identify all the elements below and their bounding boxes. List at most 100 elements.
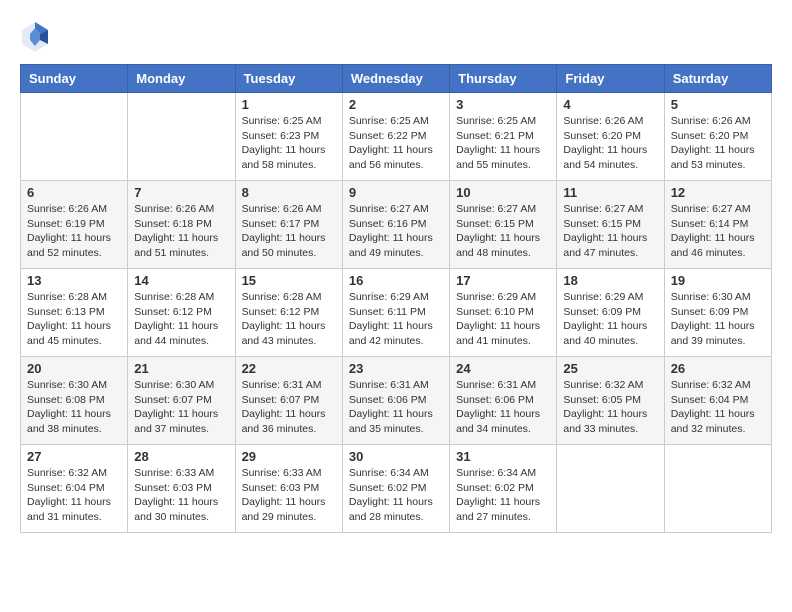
calendar-cell: 17Sunrise: 6:29 AMSunset: 6:10 PMDayligh…	[450, 269, 557, 357]
calendar-cell: 4Sunrise: 6:26 AMSunset: 6:20 PMDaylight…	[557, 93, 664, 181]
calendar-week-row: 13 Sunrise: 6:28 AMSunset: 6:13 PMDayligh…	[21, 269, 772, 357]
day-info: Sunrise: 6:31 AMSunset: 6:06 PMDaylight:…	[456, 378, 550, 437]
calendar-cell: 10 Sunrise: 6:27 AMSunset: 6:15 PMDayligh…	[450, 181, 557, 269]
day-info: Sunrise: 6:27 AMSunset: 6:14 PMDaylight:…	[671, 202, 765, 261]
day-number: 25	[563, 361, 657, 376]
day-number: 12	[671, 185, 765, 200]
calendar-table: SundayMondayTuesdayWednesdayThursdayFrid…	[20, 64, 772, 533]
day-info: Sunrise: 6:30 AMSunset: 6:08 PMDaylight:…	[27, 378, 121, 437]
day-number: 9	[349, 185, 443, 200]
day-number: 5	[671, 97, 765, 112]
calendar-cell: 5 Sunrise: 6:26 AMSunset: 6:20 PMDaylight…	[664, 93, 771, 181]
day-info: Sunrise: 6:28 AMSunset: 6:12 PMDaylight:…	[242, 290, 336, 349]
day-info: Sunrise: 6:29 AMSunset: 6:11 PMDaylight:…	[349, 290, 443, 349]
calendar-cell: 14Sunrise: 6:28 AMSunset: 6:12 PMDayligh…	[128, 269, 235, 357]
column-header-friday: Friday	[557, 65, 664, 93]
calendar-cell: 12 Sunrise: 6:27 AMSunset: 6:14 PMDayligh…	[664, 181, 771, 269]
column-header-sunday: Sunday	[21, 65, 128, 93]
calendar-cell: 3 Sunrise: 6:25 AMSunset: 6:21 PMDaylight…	[450, 93, 557, 181]
calendar-cell: 23 Sunrise: 6:31 AMSunset: 6:06 PMDayligh…	[342, 357, 449, 445]
day-number: 7	[134, 185, 228, 200]
day-number: 15	[242, 273, 336, 288]
calendar-cell: 19 Sunrise: 6:30 AMSunset: 6:09 PMDayligh…	[664, 269, 771, 357]
calendar-week-row: 20 Sunrise: 6:30 AMSunset: 6:08 PMDayligh…	[21, 357, 772, 445]
day-number: 19	[671, 273, 765, 288]
day-number: 22	[242, 361, 336, 376]
calendar-cell: 16 Sunrise: 6:29 AMSunset: 6:11 PMDayligh…	[342, 269, 449, 357]
calendar-cell: 27 Sunrise: 6:32 AMSunset: 6:04 PMDayligh…	[21, 445, 128, 533]
day-info: Sunrise: 6:34 AMSunset: 6:02 PMDaylight:…	[349, 466, 443, 525]
calendar-cell: 21Sunrise: 6:30 AMSunset: 6:07 PMDayligh…	[128, 357, 235, 445]
calendar-cell: 7 Sunrise: 6:26 AMSunset: 6:18 PMDaylight…	[128, 181, 235, 269]
calendar-week-row: 6 Sunrise: 6:26 AMSunset: 6:19 PMDaylight…	[21, 181, 772, 269]
day-number: 23	[349, 361, 443, 376]
calendar-cell: 9 Sunrise: 6:27 AMSunset: 6:16 PMDaylight…	[342, 181, 449, 269]
day-number: 14	[134, 273, 228, 288]
day-info: Sunrise: 6:31 AMSunset: 6:06 PMDaylight:…	[349, 378, 443, 437]
day-info: Sunrise: 6:31 AMSunset: 6:07 PMDaylight:…	[242, 378, 336, 437]
day-info: Sunrise: 6:25 AMSunset: 6:23 PMDaylight:…	[242, 114, 336, 173]
calendar-cell: 22 Sunrise: 6:31 AMSunset: 6:07 PMDayligh…	[235, 357, 342, 445]
calendar-cell: 28Sunrise: 6:33 AMSunset: 6:03 PMDayligh…	[128, 445, 235, 533]
calendar-week-row: 1 Sunrise: 6:25 AMSunset: 6:23 PMDaylight…	[21, 93, 772, 181]
day-info: Sunrise: 6:30 AMSunset: 6:09 PMDaylight:…	[671, 290, 765, 349]
day-info: Sunrise: 6:26 AMSunset: 6:20 PMDaylight:…	[671, 114, 765, 173]
day-number: 26	[671, 361, 765, 376]
day-number: 20	[27, 361, 121, 376]
day-info: Sunrise: 6:26 AMSunset: 6:20 PMDaylight:…	[563, 114, 657, 173]
logo-icon	[20, 20, 50, 54]
logo	[20, 20, 54, 54]
calendar-cell	[21, 93, 128, 181]
calendar-cell: 8Sunrise: 6:26 AMSunset: 6:17 PMDaylight…	[235, 181, 342, 269]
day-number: 28	[134, 449, 228, 464]
day-number: 2	[349, 97, 443, 112]
day-number: 10	[456, 185, 550, 200]
day-info: Sunrise: 6:25 AMSunset: 6:21 PMDaylight:…	[456, 114, 550, 173]
day-info: Sunrise: 6:32 AMSunset: 6:05 PMDaylight:…	[563, 378, 657, 437]
calendar-cell: 6 Sunrise: 6:26 AMSunset: 6:19 PMDaylight…	[21, 181, 128, 269]
day-info: Sunrise: 6:32 AMSunset: 6:04 PMDaylight:…	[671, 378, 765, 437]
day-info: Sunrise: 6:32 AMSunset: 6:04 PMDaylight:…	[27, 466, 121, 525]
column-header-thursday: Thursday	[450, 65, 557, 93]
calendar-cell: 20 Sunrise: 6:30 AMSunset: 6:08 PMDayligh…	[21, 357, 128, 445]
column-header-saturday: Saturday	[664, 65, 771, 93]
day-info: Sunrise: 6:33 AMSunset: 6:03 PMDaylight:…	[242, 466, 336, 525]
calendar-cell: 30 Sunrise: 6:34 AMSunset: 6:02 PMDayligh…	[342, 445, 449, 533]
calendar-cell: 15 Sunrise: 6:28 AMSunset: 6:12 PMDayligh…	[235, 269, 342, 357]
calendar-cell: 24Sunrise: 6:31 AMSunset: 6:06 PMDayligh…	[450, 357, 557, 445]
day-number: 1	[242, 97, 336, 112]
calendar-cell: 1 Sunrise: 6:25 AMSunset: 6:23 PMDaylight…	[235, 93, 342, 181]
column-header-wednesday: Wednesday	[342, 65, 449, 93]
day-info: Sunrise: 6:29 AMSunset: 6:09 PMDaylight:…	[563, 290, 657, 349]
day-info: Sunrise: 6:29 AMSunset: 6:10 PMDaylight:…	[456, 290, 550, 349]
day-number: 13	[27, 273, 121, 288]
day-number: 21	[134, 361, 228, 376]
day-info: Sunrise: 6:28 AMSunset: 6:13 PMDaylight:…	[27, 290, 121, 349]
column-header-tuesday: Tuesday	[235, 65, 342, 93]
day-info: Sunrise: 6:25 AMSunset: 6:22 PMDaylight:…	[349, 114, 443, 173]
day-number: 18	[563, 273, 657, 288]
page-header	[20, 20, 772, 54]
day-info: Sunrise: 6:26 AMSunset: 6:19 PMDaylight:…	[27, 202, 121, 261]
day-number: 29	[242, 449, 336, 464]
day-info: Sunrise: 6:27 AMSunset: 6:15 PMDaylight:…	[563, 202, 657, 261]
calendar-cell: 13 Sunrise: 6:28 AMSunset: 6:13 PMDayligh…	[21, 269, 128, 357]
calendar-week-row: 27 Sunrise: 6:32 AMSunset: 6:04 PMDayligh…	[21, 445, 772, 533]
day-info: Sunrise: 6:27 AMSunset: 6:15 PMDaylight:…	[456, 202, 550, 261]
day-number: 11	[563, 185, 657, 200]
day-info: Sunrise: 6:26 AMSunset: 6:18 PMDaylight:…	[134, 202, 228, 261]
calendar-cell: 11 Sunrise: 6:27 AMSunset: 6:15 PMDayligh…	[557, 181, 664, 269]
day-number: 30	[349, 449, 443, 464]
calendar-cell: 26 Sunrise: 6:32 AMSunset: 6:04 PMDayligh…	[664, 357, 771, 445]
calendar-cell	[664, 445, 771, 533]
calendar-cell	[557, 445, 664, 533]
column-header-monday: Monday	[128, 65, 235, 93]
calendar-cell: 29 Sunrise: 6:33 AMSunset: 6:03 PMDayligh…	[235, 445, 342, 533]
day-info: Sunrise: 6:27 AMSunset: 6:16 PMDaylight:…	[349, 202, 443, 261]
day-number: 3	[456, 97, 550, 112]
day-number: 6	[27, 185, 121, 200]
day-number: 16	[349, 273, 443, 288]
day-number: 27	[27, 449, 121, 464]
calendar-cell: 31Sunrise: 6:34 AMSunset: 6:02 PMDayligh…	[450, 445, 557, 533]
day-info: Sunrise: 6:34 AMSunset: 6:02 PMDaylight:…	[456, 466, 550, 525]
